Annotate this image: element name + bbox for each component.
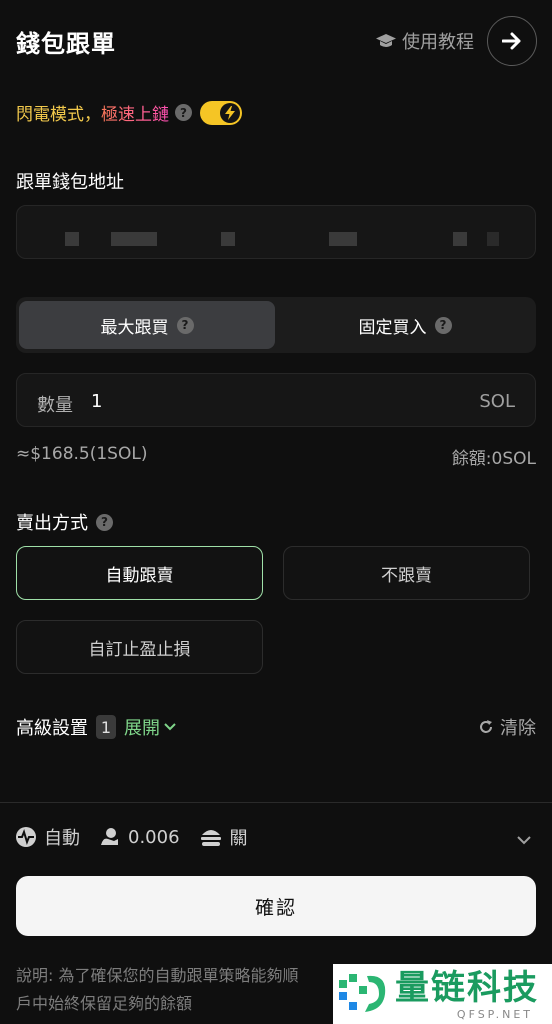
refresh-icon [480,720,492,733]
chevron-down-icon [164,723,176,731]
flash-mode-label: 閃電模式， [16,105,101,125]
quantity-unit: SOL [479,391,515,412]
redacted-block [111,232,157,246]
activity-icon [16,827,36,847]
help-icon[interactable]: ? [175,104,192,121]
redacted-block [453,232,467,246]
advanced-settings-row: 高級設置 1 展開 [16,714,176,740]
tab-max-follow[interactable]: 最大跟買 ? [19,301,275,349]
watermark-domain: QFSP.NET [456,1007,533,1021]
wallet-address-label: 跟單錢包地址 [16,172,124,193]
arrow-right-icon [502,32,521,50]
quantity-value[interactable]: 1 [91,391,102,412]
divider [0,802,552,803]
tab-label: 固定買入 [358,317,427,338]
expand-label: 展開 [124,718,160,739]
help-icon[interactable]: ? [176,316,194,334]
mev-value: 關 [229,828,248,849]
help-icon[interactable]: ? [434,316,452,334]
help-icon[interactable]: ? [96,513,113,531]
watermark-text: 量链科技 QFSP.NET [395,968,539,1021]
advanced-settings-label: 高級設置 [16,718,88,739]
footnote-line: 戶中始終保留足夠的餘額 [16,994,193,1013]
mode-value: 自動 [44,828,80,849]
redacted-block [221,232,235,246]
redacted-block [329,232,357,246]
flash-mode-sublabel: 極速上鏈 [101,100,169,125]
quantity-input[interactable]: 數量 1 SOL [16,373,536,427]
footer-stats[interactable]: 自動 0.006 關 [16,824,248,850]
sell-custom-tp-sl-button[interactable]: 自訂止盈止損 [16,620,263,674]
tutorial-link[interactable]: 使用教程 [376,28,474,54]
tab-fixed-buy[interactable]: 固定買入 ? [277,301,533,349]
sell-auto-follow-button[interactable]: 自動跟賣 [16,546,263,600]
clear-button[interactable]: 清除 [478,714,536,740]
tab-label: 最大跟買 [100,317,169,338]
lightning-icon [220,102,240,123]
redacted-block [487,232,499,246]
page-title: 錢包跟單 [16,30,116,58]
usd-conversion: ≈$168.5(1SOL) [16,444,148,464]
buy-mode-tabs: 最大跟買 ? 固定買入 ? [16,297,536,353]
quantity-label: 數量 [37,395,73,416]
sell-no-follow-button[interactable]: 不跟賣 [283,546,530,600]
sell-method-label: 賣出方式 [16,513,88,534]
clear-label: 清除 [500,718,536,739]
next-button[interactable] [487,16,537,66]
sell-method-heading: 賣出方式 ? [16,509,113,535]
wallet-address-input[interactable] [16,205,536,259]
tutorial-label: 使用教程 [402,32,474,53]
flash-mode-toggle[interactable] [200,100,242,125]
watermark-logo: 量链科技 QFSP.NET [333,964,552,1024]
confirm-button[interactable]: 確認 [16,876,536,936]
fee-value: 0.006 [128,826,180,848]
balance: 餘額:0SOL [451,449,536,469]
burger-icon [200,830,221,846]
footnote-line: 說明: 為了確保您的自動跟單策略能夠順 [16,966,299,985]
chevron-down-icon [517,836,531,845]
footnote: 說明: 為了確保您的自動跟單策略能夠順 戶中始終保留足夠的餘額 [16,962,346,1018]
logo-icon [339,974,386,1012]
footer-expand-button[interactable] [517,830,531,849]
redacted-block [65,232,79,246]
expand-toggle[interactable]: 展開 [124,714,176,740]
gas-icon [101,828,118,845]
flash-mode-row: 閃電模式， 極速上鏈 ? [16,100,242,125]
advanced-count-badge: 1 [96,715,116,739]
graduation-cap-icon [376,34,396,47]
watermark-brand: 量链科技 [395,967,539,1008]
